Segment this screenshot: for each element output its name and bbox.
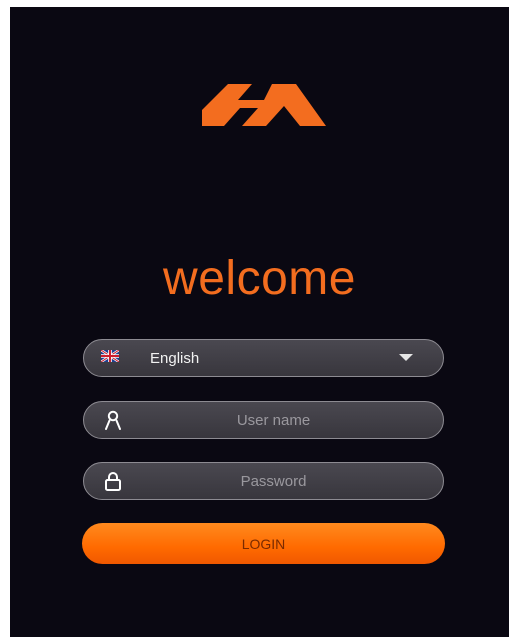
username-input[interactable] xyxy=(84,402,443,438)
language-label: English xyxy=(150,350,200,367)
password-field[interactable] xyxy=(83,462,444,500)
caret-down-icon[interactable] xyxy=(399,354,413,361)
password-input[interactable] xyxy=(84,463,443,499)
mm-logo-icon xyxy=(202,84,326,126)
welcome-heading: welcome xyxy=(163,252,356,305)
login-button[interactable]: LOGIN xyxy=(82,523,445,564)
login-panel: welcome English LOGIN xyxy=(10,7,509,637)
language-select[interactable]: English xyxy=(83,339,444,377)
username-field[interactable] xyxy=(83,401,444,439)
uk-flag-icon xyxy=(101,350,119,362)
